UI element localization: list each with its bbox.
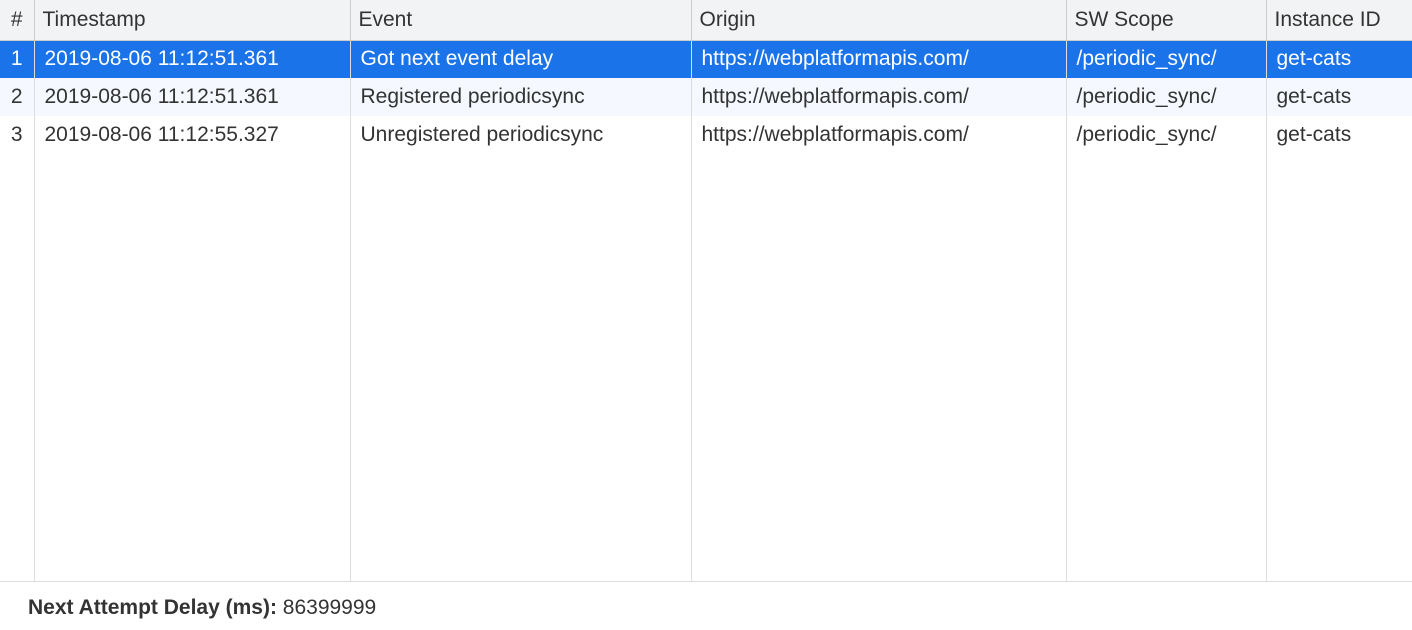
cell-origin: https://webplatformapis.com/ xyxy=(691,116,1066,154)
col-header-num[interactable]: # xyxy=(0,0,34,40)
table-row[interactable]: 22019-08-06 11:12:51.361Registered perio… xyxy=(0,78,1412,116)
filler-row xyxy=(0,154,1412,581)
cell-instance: get-cats xyxy=(1266,40,1412,78)
cell-event: Registered periodicsync xyxy=(350,78,691,116)
cell-scope: /periodic_sync/ xyxy=(1066,78,1266,116)
col-header-timestamp[interactable]: Timestamp xyxy=(34,0,350,40)
cell-num: 3 xyxy=(0,116,34,154)
next-attempt-delay-label: Next Attempt Delay (ms): xyxy=(28,596,283,619)
cell-origin: https://webplatformapis.com/ xyxy=(691,40,1066,78)
cell-num: 1 xyxy=(0,40,34,78)
next-attempt-delay-value: 86399999 xyxy=(283,596,376,619)
cell-event: Got next event delay xyxy=(350,40,691,78)
table-header-row: # Timestamp Event Origin SW Scope Instan… xyxy=(0,0,1412,40)
footer: Next Attempt Delay (ms): 86399999 xyxy=(0,582,1412,630)
cell-origin: https://webplatformapis.com/ xyxy=(691,78,1066,116)
cell-instance: get-cats xyxy=(1266,116,1412,154)
table-row[interactable]: 32019-08-06 11:12:55.327Unregistered per… xyxy=(0,116,1412,154)
col-header-instance[interactable]: Instance ID xyxy=(1266,0,1412,40)
col-header-origin[interactable]: Origin xyxy=(691,0,1066,40)
cell-timestamp: 2019-08-06 11:12:51.361 xyxy=(34,40,350,78)
cell-timestamp: 2019-08-06 11:12:55.327 xyxy=(34,116,350,154)
cell-timestamp: 2019-08-06 11:12:51.361 xyxy=(34,78,350,116)
cell-instance: get-cats xyxy=(1266,78,1412,116)
cell-scope: /periodic_sync/ xyxy=(1066,116,1266,154)
col-header-scope[interactable]: SW Scope xyxy=(1066,0,1266,40)
col-header-event[interactable]: Event xyxy=(350,0,691,40)
cell-scope: /periodic_sync/ xyxy=(1066,40,1266,78)
events-table-wrap: # Timestamp Event Origin SW Scope Instan… xyxy=(0,0,1412,582)
table-row[interactable]: 12019-08-06 11:12:51.361Got next event d… xyxy=(0,40,1412,78)
cell-num: 2 xyxy=(0,78,34,116)
events-table: # Timestamp Event Origin SW Scope Instan… xyxy=(0,0,1412,581)
cell-event: Unregistered periodicsync xyxy=(350,116,691,154)
